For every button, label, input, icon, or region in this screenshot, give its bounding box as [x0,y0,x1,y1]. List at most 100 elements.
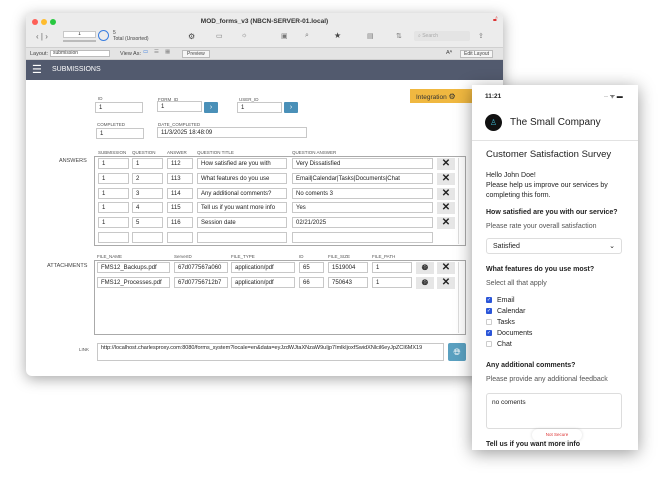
card-icon[interactable]: ▭ [216,32,223,40]
user-id-field[interactable]: 1 [237,102,282,113]
comments-textarea[interactable]: no coments [486,393,622,429]
attachment-cell[interactable]: 1 [372,262,412,273]
back-forward-buttons[interactable]: ‹ | › [36,32,48,41]
text-format-icon[interactable]: Aᴬ [446,50,452,56]
attachment-cell[interactable]: 1519004 [328,262,368,273]
answer-cell[interactable]: 1 [132,158,163,169]
answer-cell[interactable]: Very Dissatisfied [292,158,433,169]
gear-icon[interactable]: ⚙ [188,32,195,41]
attachment-cell[interactable]: application/pdf [231,277,295,288]
share-icon[interactable]: ⇪ [478,32,484,40]
intro-text: Please help us improve our services by c… [486,182,608,199]
bug-icon[interactable]: ☼ [241,32,247,39]
record-slider[interactable] [63,40,96,42]
completed-field[interactable]: 1 [96,128,144,139]
open-link-globe-button[interactable]: 🌐︎ [448,343,466,361]
answer-cell[interactable] [197,232,287,243]
question-2: What features do you use most? [486,266,595,273]
answer-cell[interactable]: Any additional comments? [197,187,287,199]
attachment-cell[interactable]: 65 [299,262,324,273]
answer-cell[interactable]: How satisfied are you with [197,158,287,169]
answer-cell[interactable]: 1 [98,172,129,184]
delete-answer-button[interactable]: ✕ [437,158,455,170]
attachment-cell[interactable]: 67d077567a060 [174,262,228,273]
feature-option-chat[interactable]: Chat [486,339,532,350]
answer-cell[interactable]: 1 [98,217,129,229]
layout-select[interactable]: submission [50,50,110,57]
answer-cell[interactable]: 5 [132,217,163,229]
checkbox-icon[interactable]: ✓ [486,308,492,315]
open-attachment-globe-button[interactable]: 🌐︎ [416,277,434,289]
list-view-icon[interactable]: ☰ [154,49,159,55]
answer-cell[interactable]: 114 [167,187,193,199]
answer-cell[interactable]: 4 [132,202,163,214]
answer-cell[interactable]: 115 [167,202,193,214]
date-completed-field[interactable]: 11/3/2025 18:48:09 [157,127,307,138]
find-icon[interactable]: ⌕ [305,32,309,40]
delete-answer-button[interactable]: ✕ [437,172,455,185]
go-to-form-button[interactable]: › [204,102,218,113]
feature-option-calendar[interactable]: ✓ Calendar [486,306,532,317]
form-id-field[interactable]: 1 [157,101,202,112]
favorites-star-icon[interactable]: ★ [334,31,341,40]
answer-cell[interactable]: Tell us if you want more info [197,202,287,214]
attachments-scrollbar[interactable] [458,262,464,333]
answer-cell[interactable]: What features do you use [197,172,287,184]
answers-scrollbar[interactable] [458,158,464,244]
edit-layout-button[interactable]: Edit Layout [460,50,494,58]
id-field[interactable]: 1 [95,102,143,113]
attachment-cell[interactable]: FMS12_Backups.pdf [97,262,170,273]
answer-cell[interactable]: 2 [132,172,163,184]
answer-cell[interactable]: 116 [167,217,193,229]
search-input[interactable]: ⌕ Search [414,31,470,41]
answer-cell[interactable]: 02/21/2025 [292,217,433,229]
feature-option-documents[interactable]: ✓ Documents [486,328,532,339]
preview-button[interactable]: Preview [182,50,210,58]
link-field[interactable]: http://localhost.charlesproxy.com:8080/f… [97,343,444,361]
answer-cell[interactable] [292,232,433,243]
delete-attachment-button[interactable]: ✕ [437,262,455,274]
answer-cell[interactable]: 112 [167,158,193,169]
menu-icon[interactable]: ☰ [32,63,42,76]
attachment-cell[interactable]: 750643 [328,277,368,288]
attachment-cell[interactable]: application/pdf [231,262,295,273]
answer-cell[interactable]: No coments 3 [292,187,433,199]
feature-option-tasks[interactable]: Tasks [486,317,532,328]
attachments-label: ATTACHMENTS [47,263,88,269]
answer-cell[interactable]: Email|Calendar|Tasks|Documents|Chat [292,172,433,184]
sort-icon[interactable]: ⇅ [396,32,402,40]
delete-attachment-button[interactable]: ✕ [437,277,455,289]
checkbox-icon[interactable] [486,341,492,348]
satisfaction-select[interactable]: Satisfied ⌄ [486,238,622,254]
answer-cell[interactable]: 1 [98,202,129,214]
table-view-icon[interactable]: ▦ [165,49,170,55]
page-title: SUBMISSIONS [52,66,101,73]
answer-cell[interactable] [98,232,129,243]
integration-button[interactable]: Integration ⚙ [410,89,472,103]
attachment-cell[interactable]: FMS12_Processes.pdf [97,277,170,288]
document-icon[interactable]: ▤ [367,32,374,40]
answer-cell[interactable]: 1 [98,187,129,199]
delete-answer-button[interactable]: ✕ [437,187,455,200]
answer-cell[interactable]: Session date [197,217,287,229]
answer-cell[interactable]: 113 [167,172,193,184]
checkbox-icon[interactable]: ✓ [486,297,492,304]
feature-option-email[interactable]: ✓ Email [486,295,532,306]
delete-answer-button[interactable]: ✕ [437,217,455,230]
form-view-icon[interactable]: ▭ [143,49,148,55]
answer-cell[interactable]: Yes [292,202,433,214]
checkbox-icon[interactable] [486,319,492,326]
go-to-user-button[interactable]: › [284,102,298,113]
attachment-cell[interactable]: 1 [372,277,412,288]
answer-cell[interactable] [167,232,193,243]
delete-answer-button[interactable]: ✕ [437,202,455,215]
checkbox-icon[interactable]: ✓ [486,330,492,337]
open-attachment-globe-button[interactable]: 🌐︎ [416,262,434,274]
answer-cell[interactable]: 1 [98,158,129,169]
attachment-cell[interactable]: 67d07756712b7 [174,277,228,288]
layout-icon[interactable]: ▣ [281,32,288,40]
answer-cell[interactable]: 3 [132,187,163,199]
record-number-field[interactable]: 1 [63,31,96,38]
answer-cell[interactable] [132,232,163,243]
attachment-cell[interactable]: 66 [299,277,324,288]
